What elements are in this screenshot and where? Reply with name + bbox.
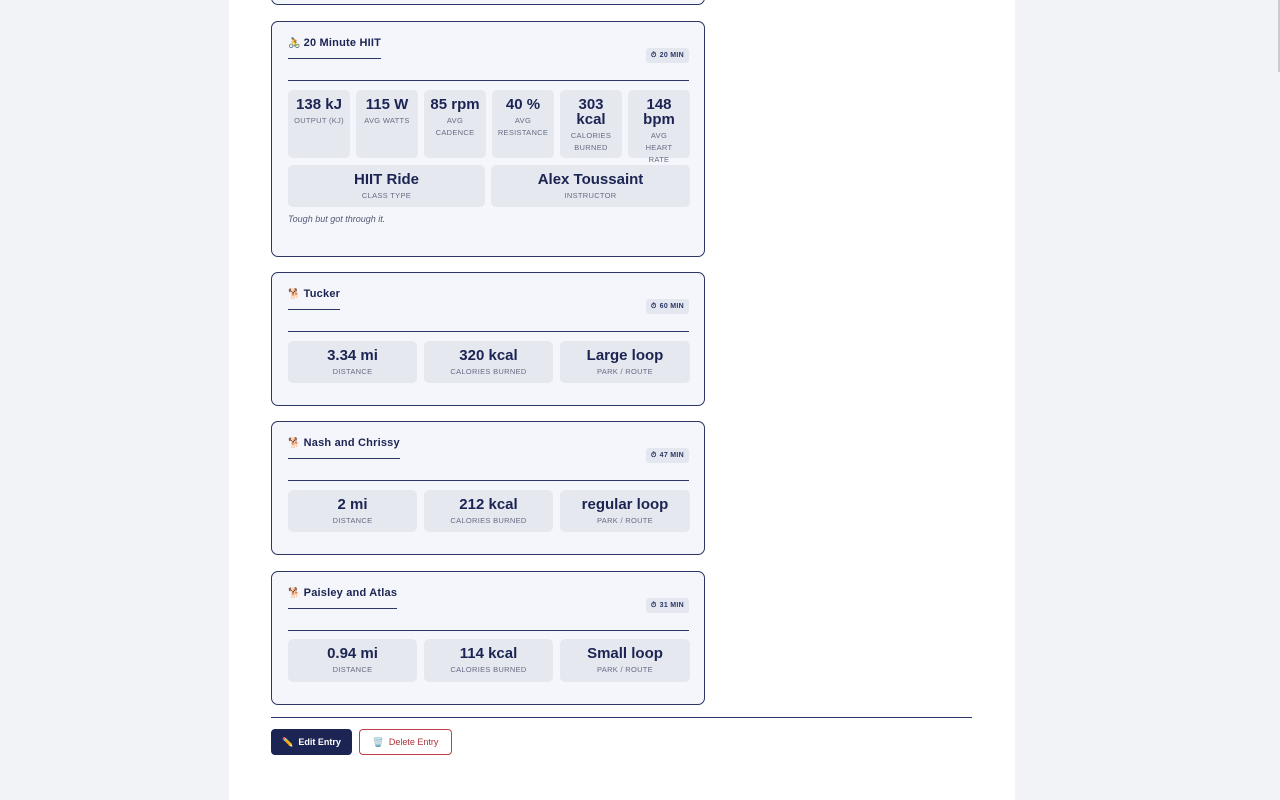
previous-workout-card xyxy=(271,0,705,5)
stat-calories: 303 kcal CALORIES BURNED xyxy=(560,90,622,158)
trash-icon: 🗑️ xyxy=(372,736,384,747)
stat-calories: 212 kcal CALORIES BURNED xyxy=(424,490,553,532)
dog-icon: 🐕 xyxy=(288,289,301,300)
entry-detail-page: 🚴 20 Minute HIIT ⏱ 20 MIN 138 kJ OUTPUT (K… xyxy=(229,0,1015,800)
card-divider xyxy=(288,480,689,481)
workout-title: 🐕 Paisley and Atlas xyxy=(288,587,398,609)
workout-card-paisley-atlas: 🐕 Paisley and Atlas ⏱ 31 MIN 0.94 mi DISTA… xyxy=(271,571,705,705)
timer-icon: ⏱ xyxy=(650,601,657,609)
card-divider xyxy=(288,331,689,332)
stat-avg-watts: 115 W AVG WATTS xyxy=(356,90,418,158)
edit-entry-button[interactable]: ✏️ Edit Entry xyxy=(271,729,352,755)
workout-card-hiit: 🚴 20 Minute HIIT ⏱ 20 MIN 138 kJ OUTPUT (K… xyxy=(271,21,705,257)
workout-title: 🐕 Nash and Chrissy xyxy=(288,437,400,459)
stat-avg-resistance: 40 % AVG RESISTANCE xyxy=(492,90,554,158)
stat-calories: 320 kcal CALORIES BURNED xyxy=(424,341,553,383)
delete-entry-button[interactable]: 🗑️ Delete Entry xyxy=(359,729,452,755)
workout-title: 🚴 20 Minute HIIT xyxy=(288,37,382,59)
card-divider xyxy=(288,80,689,81)
timer-icon: ⏱ xyxy=(650,451,657,459)
stat-output: 138 kJ OUTPUT (KJ) xyxy=(288,90,350,158)
actions-divider xyxy=(271,717,972,718)
stat-route: Large loop PARK / ROUTE xyxy=(560,341,690,383)
stat-distance: 2 mi DISTANCE xyxy=(288,490,417,532)
stat-avg-heart-rate: 148 bpm AVG HEART RATE xyxy=(628,90,690,164)
workout-card-nash-chrissy: 🐕 Nash and Chrissy ⏱ 47 MIN 2 mi DISTANCE … xyxy=(271,421,705,555)
workout-note: Tough but got through it. xyxy=(288,214,386,224)
duration-badge: ⏱ 60 MIN xyxy=(645,299,689,314)
stat-route: regular loop PARK / ROUTE xyxy=(560,490,690,532)
duration-badge: ⏱ 31 MIN xyxy=(645,598,689,613)
workout-card-tucker: 🐕 Tucker ⏱ 60 MIN 3.34 mi DISTANCE 320 kca… xyxy=(271,272,705,406)
bike-icon: 🚴 xyxy=(288,38,301,49)
timer-icon: ⏱ xyxy=(650,302,657,310)
stat-avg-cadence: 85 rpm AVG CADENCE xyxy=(424,90,486,158)
stat-class-type: HIIT Ride CLASS TYPE xyxy=(288,165,485,207)
pencil-icon: ✏️ xyxy=(282,736,294,747)
duration-badge: ⏱ 47 MIN xyxy=(645,448,689,463)
workout-title: 🐕 Tucker xyxy=(288,288,341,310)
card-divider xyxy=(288,630,689,631)
timer-icon: ⏱ xyxy=(650,51,657,59)
duration-badge: ⏱ 20 MIN xyxy=(645,48,689,63)
stat-distance: 3.34 mi DISTANCE xyxy=(288,341,417,383)
stat-instructor: Alex Toussaint INSTRUCTOR xyxy=(491,165,690,207)
stat-distance: 0.94 mi DISTANCE xyxy=(288,639,417,682)
stat-route: Small loop PARK / ROUTE xyxy=(560,639,690,682)
dog-icon: 🐕 xyxy=(288,588,301,599)
dog-icon: 🐕 xyxy=(288,438,301,449)
stat-calories: 114 kcal CALORIES BURNED xyxy=(424,639,553,682)
